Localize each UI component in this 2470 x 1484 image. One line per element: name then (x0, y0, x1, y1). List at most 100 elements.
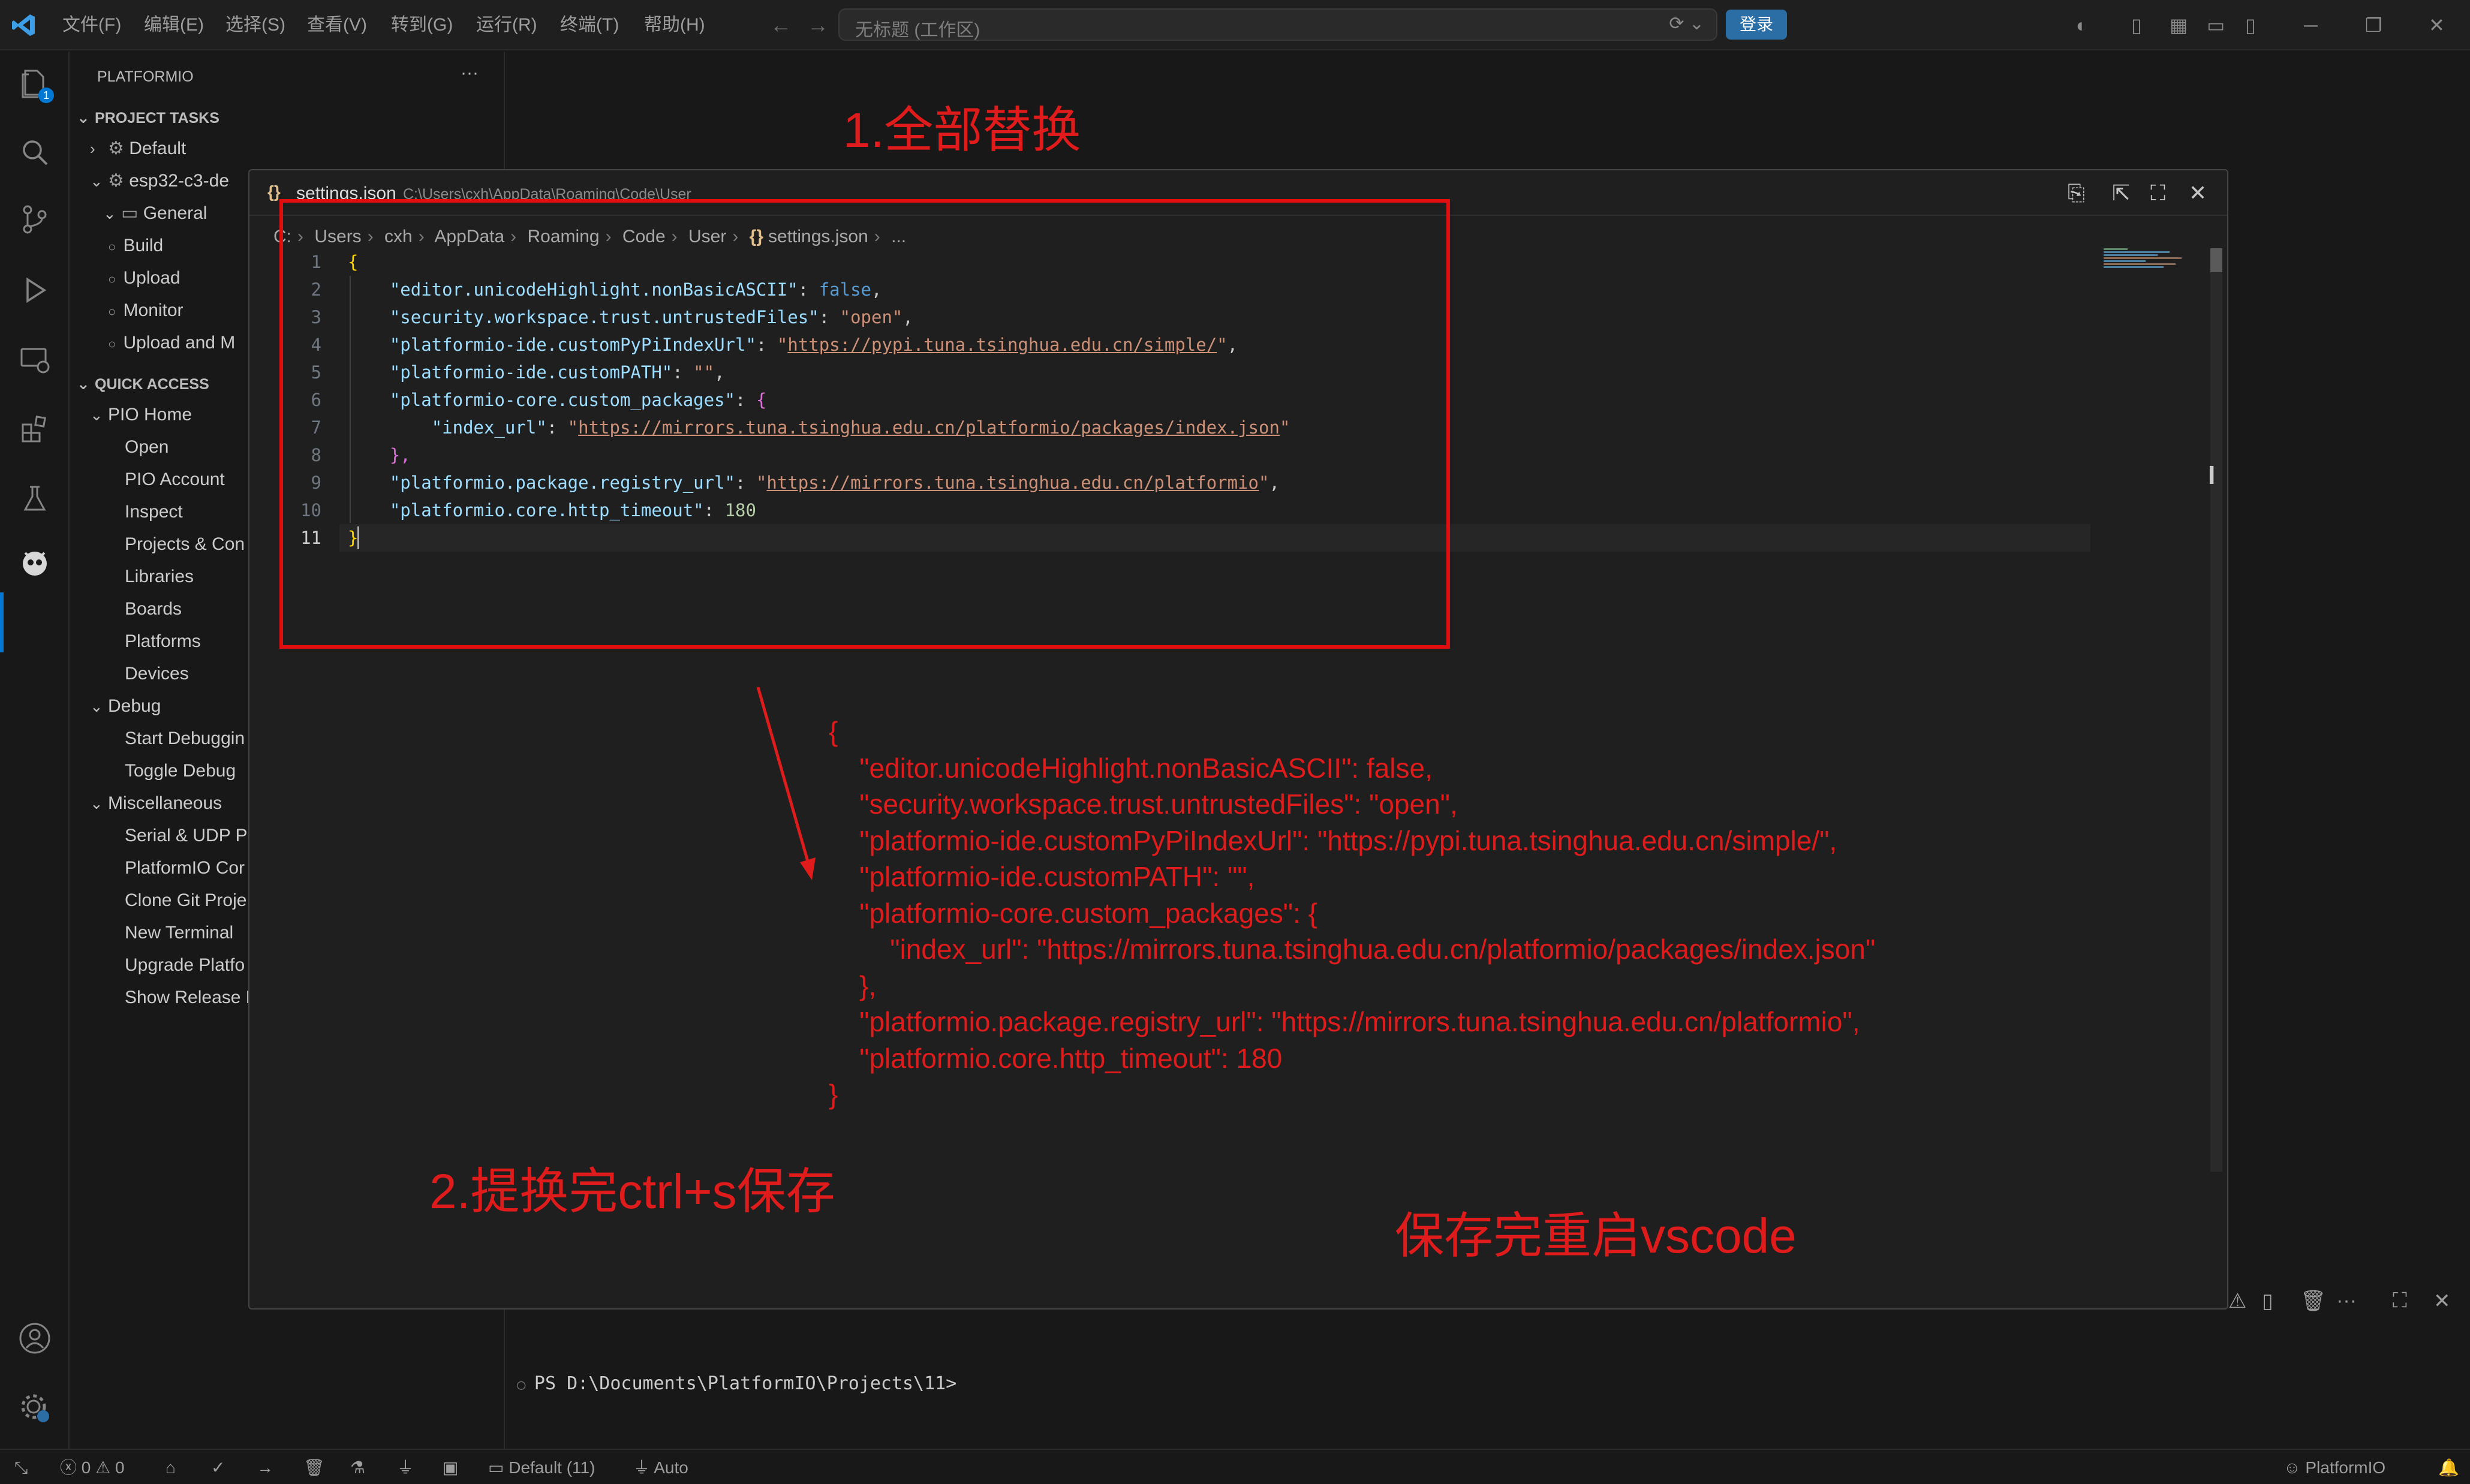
annotation-step1: 1.全部替换 (843, 103, 1081, 158)
qa-upgrade[interactable]: Upgrade Platfo (125, 950, 245, 981)
task-upload[interactable]: ○ Upload (108, 263, 180, 294)
remote-icon[interactable]: ⤡ (14, 1456, 28, 1480)
explorer-badge: 1 (38, 88, 54, 103)
pio-terminal-icon[interactable]: ▣ (443, 1456, 458, 1480)
minimize-icon[interactable]: ─ (2304, 12, 2318, 38)
close-popup-icon[interactable]: ✕ (2189, 180, 2207, 206)
pio-monitor-icon[interactable]: ⏚ (397, 1456, 414, 1480)
mouse-ibeam-cursor: I (2208, 460, 2216, 490)
testing-icon[interactable] (17, 481, 53, 517)
menu-terminal[interactable]: 终端(T) (560, 13, 619, 37)
annotation-highlight-box (279, 199, 1450, 649)
qa-platforms[interactable]: Platforms (125, 626, 201, 657)
menu-selection[interactable]: 选择(S) (225, 13, 285, 37)
copy-file-icon[interactable]: ⎘ (2068, 180, 2085, 206)
account-icon[interactable] (17, 1320, 53, 1356)
menu-view[interactable]: 查看(V) (307, 13, 367, 37)
run-debug-icon[interactable] (17, 272, 53, 308)
annotation-arrow (756, 687, 816, 880)
qa-serial-udp[interactable]: Serial & UDP P (125, 820, 248, 851)
tree-debug[interactable]: ⌄ Debug (90, 691, 161, 722)
menu-help[interactable]: 帮助(H) (644, 13, 705, 37)
pio-port-status[interactable]: ⏚ Auto (633, 1456, 688, 1480)
layout-icon[interactable]: ▦ (2170, 12, 2188, 38)
tree-miscellaneous[interactable]: ⌄ Miscellaneous (90, 788, 222, 819)
pio-home-icon[interactable]: ⌂ (166, 1456, 176, 1480)
manage-gear-icon[interactable] (17, 1390, 53, 1426)
task-build[interactable]: ○ Build (108, 230, 163, 261)
source-control-icon[interactable] (17, 201, 53, 237)
qa-show-release[interactable]: Show Release N (125, 982, 258, 1013)
split-terminal-icon[interactable]: ▯ (2262, 1289, 2273, 1313)
toggle-sidebar-icon[interactable]: ▯ (2131, 12, 2142, 38)
menu-file[interactable]: 文件(F) (62, 13, 121, 37)
qa-pio-account[interactable]: PIO Account (125, 464, 225, 495)
platformio-icon[interactable] (17, 544, 53, 580)
tree-general[interactable]: ⌄ ▭ General (103, 198, 207, 229)
task-upload-monitor[interactable]: ○ Upload and M (108, 327, 235, 359)
sidebar-more-icon[interactable]: ··· (461, 58, 479, 89)
qa-new-terminal[interactable]: New Terminal (125, 917, 233, 949)
problems-status[interactable]: ⓧ 0 ⚠ 0 (60, 1456, 125, 1480)
json-file-icon: {} (267, 182, 281, 201)
pio-build-icon[interactable]: ✓ (211, 1456, 225, 1480)
toggle-panel-icon[interactable]: ▭ (2207, 12, 2225, 38)
title-bar: 文件(F) 编辑(E) 选择(S) 查看(V) 转到(G) 运行(R) 终端(T… (0, 0, 2470, 50)
scrollbar-thumb[interactable] (2210, 248, 2222, 272)
vscode-logo-icon (11, 12, 37, 38)
pio-upload-icon[interactable]: → (257, 1456, 273, 1480)
activity-bar: 1 (0, 52, 70, 1449)
restore-icon[interactable]: ❐ (2365, 12, 2382, 38)
fullscreen-icon[interactable]: ⛶ (2150, 180, 2165, 206)
qa-toggle-debug[interactable]: Toggle Debug (125, 755, 236, 787)
toggle-secondary-sidebar-icon[interactable]: ▯ (2245, 12, 2256, 38)
login-button[interactable]: 登录 (1726, 10, 1787, 40)
copilot-icon[interactable]: ◐ (2076, 12, 2087, 38)
command-center[interactable]: 无标题 (工作区) ⟳ ⌄ (838, 8, 1717, 41)
sidebar-title: PLATFORMIO (97, 68, 194, 85)
remote-explorer-icon[interactable] (17, 342, 53, 378)
qa-clone-git[interactable]: Clone Git Proje (125, 885, 246, 916)
pio-env-status[interactable]: ▭ Default (11) (488, 1456, 595, 1480)
minimap[interactable] (2104, 248, 2188, 272)
annotation-code-block: { "editor.unicodeHighlight.nonBasicASCII… (829, 716, 1876, 1110)
tree-pio-home[interactable]: ⌄ PIO Home (90, 399, 192, 431)
qa-projects[interactable]: Projects & Con (125, 529, 245, 560)
menu-run[interactable]: 运行(R) (476, 13, 537, 37)
platformio-status[interactable]: ☺ PlatformIO (2284, 1456, 2385, 1480)
menu-go[interactable]: 转到(G) (391, 13, 453, 37)
pio-test-icon[interactable]: ⚗ (350, 1456, 365, 1480)
qa-platformio-core[interactable]: PlatformIO Cor (125, 853, 245, 884)
task-monitor[interactable]: ○ Monitor (108, 295, 183, 326)
notifications-bell-icon[interactable]: 🔔 (2438, 1456, 2459, 1480)
tree-default[interactable]: › ⚙ Default (90, 133, 186, 164)
menu-edit[interactable]: 编辑(E) (144, 13, 204, 37)
project-tasks-header[interactable]: ⌄ PROJECT TASKS (77, 102, 219, 133)
explorer-icon[interactable]: 1 (17, 66, 54, 103)
close-window-icon[interactable]: ✕ (2429, 12, 2445, 38)
search-icon[interactable] (17, 134, 53, 170)
qa-libraries[interactable]: Libraries (125, 561, 194, 592)
status-bar: ⤡ ⓧ 0 ⚠ 0 ⌂ ✓ → 🗑 ⚗ ⏚ ▣ ▭ Default (11) ⏚… (0, 1449, 2470, 1484)
trash-icon[interactable]: 🗑 (2300, 1289, 2326, 1313)
editor-scrollbar[interactable] (2210, 248, 2222, 1172)
qa-open[interactable]: Open (125, 432, 169, 463)
pio-clean-icon[interactable]: 🗑 (303, 1456, 325, 1480)
qa-start-debugging[interactable]: Start Debuggin (125, 723, 245, 754)
qa-devices[interactable]: Devices (125, 658, 189, 690)
back-arrow-icon[interactable]: ← (770, 12, 792, 38)
forward-arrow-icon[interactable]: → (807, 12, 829, 38)
open-in-editor-icon[interactable]: ⇱ (2112, 180, 2130, 206)
warning-icon[interactable]: ⚠ (2228, 1289, 2246, 1313)
qa-boards[interactable]: Boards (125, 594, 182, 625)
more-actions-icon[interactable]: ··· (2336, 1289, 2357, 1313)
maximize-panel-icon[interactable]: ⛶ (2393, 1289, 2407, 1313)
chat-icon[interactable]: ⟳ ⌄ (1669, 13, 1704, 34)
quick-access-header[interactable]: ⌄ QUICK ACCESS (77, 368, 209, 399)
annotation-step3: 保存完重启vscode (1395, 1209, 1797, 1263)
qa-inspect[interactable]: Inspect (125, 496, 183, 528)
close-panel-icon[interactable]: ✕ (2433, 1289, 2451, 1313)
tree-env[interactable]: ⌄ ⚙ esp32-c3-de (90, 165, 229, 197)
command-center-title: 无标题 (工作区) (855, 20, 980, 40)
extensions-icon[interactable] (17, 411, 53, 447)
